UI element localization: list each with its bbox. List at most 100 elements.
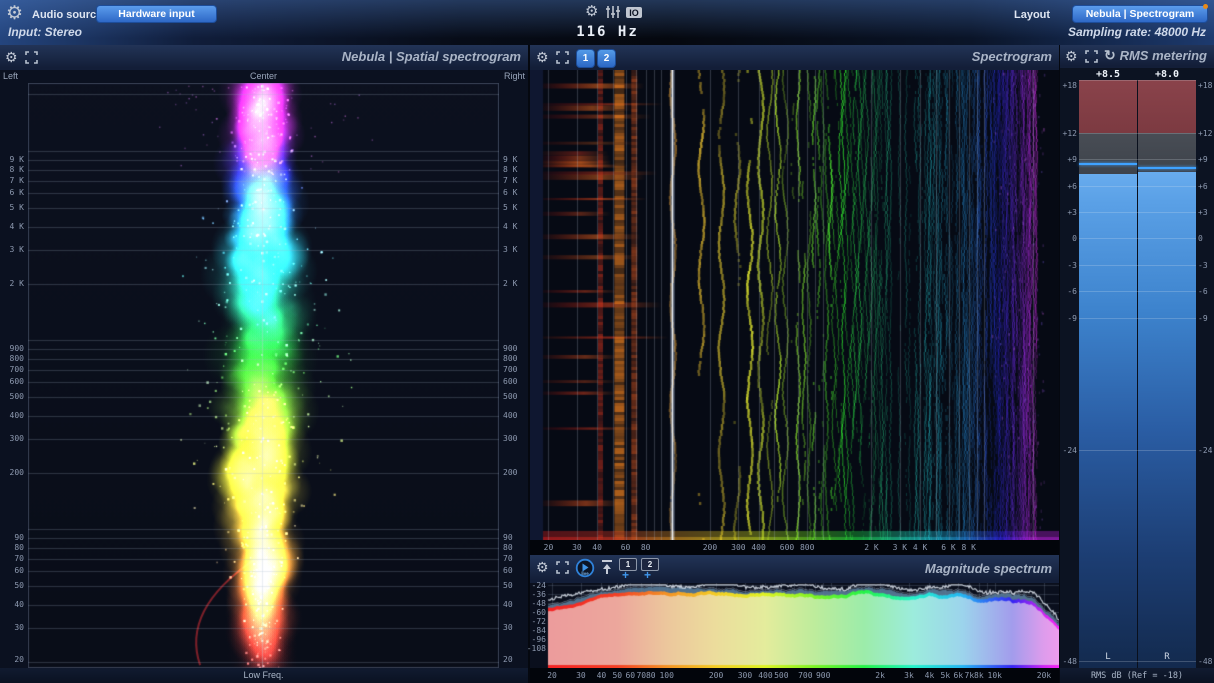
- live-icon-label: live: [581, 571, 589, 576]
- rms-grid-line: [1079, 80, 1196, 81]
- db-tick-label: -60: [531, 607, 546, 617]
- freq-tick-label: 40: [14, 599, 24, 609]
- db-tick-label: +6: [1198, 181, 1208, 191]
- expand-icon[interactable]: [556, 51, 569, 64]
- low-freq-label: Low Freq.: [243, 670, 284, 680]
- rms-value-left: +8.5: [1095, 69, 1121, 80]
- rms-clip-zone: [1079, 80, 1137, 133]
- freq-tick-label: 5k: [940, 671, 951, 680]
- magnitude-panel-title: Magnitude spectrum: [924, 561, 1052, 576]
- freq-tick-label: 30: [572, 543, 582, 552]
- magnitude-spectrum-canvas: [530, 583, 1059, 668]
- freq-tick-label: 80: [14, 542, 24, 552]
- rms-panel-footer: RMS dB (Ref = -18): [1060, 668, 1214, 683]
- freq-tick-label: 9 K: [503, 155, 518, 165]
- rms-metering-panel: ⚙ ↻ RMS metering +8.5 +8.0 +18 +12 +9 +6 +3 0…: [1060, 45, 1214, 683]
- freq-tick-label: 5 K: [9, 203, 24, 213]
- spatial-spectrogram-canvas[interactable]: [28, 83, 499, 668]
- rms-headroom-zone: [1079, 132, 1137, 175]
- db-tick-label: -48: [1198, 656, 1213, 666]
- rms-level-fill: [1138, 171, 1196, 668]
- audio-source-label: Audio source: [32, 9, 103, 21]
- rms-panel-header: ⚙ ↻ RMS metering: [1060, 45, 1214, 68]
- spatial-panel-header: ⚙ Nebula | Spatial spectrogram: [0, 45, 528, 70]
- db-tick-label: -6: [1198, 287, 1208, 297]
- sliders-icon[interactable]: [605, 5, 621, 19]
- gear-icon[interactable]: ⚙: [6, 4, 23, 23]
- db-tick-label: +12: [1062, 128, 1077, 138]
- freq-tick-label: 2 K: [864, 543, 879, 552]
- spectrogram-freq-axis: 20 30 40 60 80 200 300 400 600 800 2 K 3 K 4 K 6 K 8 K: [530, 540, 1059, 555]
- hardware-input-button[interactable]: Hardware input: [96, 5, 217, 23]
- reset-meters-icon[interactable]: ↻: [1104, 47, 1116, 64]
- freq-tick-label: 20k: [1036, 671, 1052, 680]
- gear-icon[interactable]: ⚙: [536, 50, 549, 64]
- view-2-button[interactable]: 2: [597, 49, 616, 68]
- rms-meter-bars: LR: [1079, 80, 1196, 668]
- spectrogram-panel-title: Spectrogram: [971, 49, 1052, 64]
- freq-tick-label: 8 K: [503, 164, 518, 174]
- magnitude-freq-axis: 20 30 40 50 60 70 80 100 200 300 400 500 700 900 2k 3k 4…: [530, 668, 1059, 683]
- gear-icon[interactable]: ⚙: [585, 4, 598, 19]
- pan-center-label: Center: [249, 71, 277, 81]
- freq-tick-label: 300: [503, 434, 518, 444]
- overlay-2-add-icon[interactable]: +: [644, 568, 651, 582]
- io-icon-label: IO: [629, 8, 639, 18]
- spatial-spectrogram-panel: ⚙ Nebula | Spatial spectrogram Left Cent…: [0, 45, 528, 683]
- live-mode-button[interactable]: live: [575, 558, 595, 578]
- freq-tick-label: 400: [758, 671, 773, 680]
- rms-grid-line: [1079, 159, 1196, 161]
- magnitude-db-scale: -24 -36 -48 -60 -72 -84 -96 -108: [527, 581, 548, 668]
- io-routing-icon[interactable]: IO: [625, 6, 643, 19]
- gear-icon[interactable]: ⚙: [5, 50, 18, 64]
- freq-tick-label: 10k: [987, 671, 1002, 680]
- rms-clip-zone: [1138, 80, 1196, 133]
- freq-tick-label: 600: [779, 543, 795, 552]
- spatial-scale-right: 9 K8 K7 K 6 K 5 K 4 K 3 K 2 K 900 800 700 600 500 4…: [500, 83, 528, 668]
- gear-icon[interactable]: ⚙: [1065, 49, 1078, 63]
- gear-icon[interactable]: ⚙: [536, 560, 549, 574]
- freq-tick-label: 3 K: [892, 543, 908, 552]
- db-tick-label: -9: [1067, 313, 1077, 323]
- spectrogram-canvas[interactable]: [530, 70, 1059, 540]
- freq-tick-label: 30: [503, 623, 513, 633]
- freq-tick-label: 3k: [904, 671, 914, 680]
- peak-hold-icon[interactable]: [601, 559, 613, 575]
- freq-tick-label: 300: [9, 434, 24, 444]
- db-tick-label: 0: [1198, 234, 1203, 244]
- db-tick-label: +18: [1062, 81, 1077, 90]
- freq-tick-label: 3 K: [503, 245, 518, 255]
- spectrogram-panel-header: ⚙ 1 2 Spectrogram: [530, 45, 1059, 70]
- freq-tick-label: 60: [14, 566, 24, 576]
- freq-tick-label: 300: [737, 671, 753, 680]
- freq-tick-label: 400: [9, 410, 24, 420]
- freq-tick-label: 60: [620, 543, 631, 552]
- expand-icon[interactable]: [25, 51, 38, 64]
- db-tick-label: -84: [531, 625, 546, 635]
- spectrogram-panel: ⚙ 1 2 Spectrogram 20 30 40 60 80 200 300 400 600…: [530, 45, 1059, 555]
- freq-tick-label: 400: [503, 410, 518, 420]
- freq-tick-label: 800: [503, 353, 518, 363]
- expand-icon[interactable]: [1085, 50, 1098, 63]
- rms-grid-line: [1079, 317, 1196, 319]
- freq-tick-label: 6k: [953, 671, 964, 680]
- db-tick-label: -9: [1198, 313, 1208, 323]
- freq-tick-label: 6 K: [941, 543, 956, 552]
- freq-tick-label: 900: [815, 671, 831, 680]
- db-tick-label: -72: [531, 616, 546, 626]
- magnitude-panel-header: ⚙ live 1 2 + + Magnitude spectrum: [530, 555, 1059, 583]
- freq-tick-label: 4 K: [912, 543, 928, 552]
- view-1-button[interactable]: 1: [576, 49, 595, 68]
- spatial-panel-footer: Low Freq.: [0, 668, 528, 683]
- freq-tick-label: 80: [640, 543, 651, 552]
- freq-tick-label: 400: [751, 543, 766, 552]
- freq-tick-label: 20: [543, 543, 554, 552]
- rms-peak-line: [1079, 162, 1137, 165]
- sampling-rate-label: Sampling rate: 48000 Hz: [1067, 25, 1206, 39]
- freq-tick-label: 6 K: [9, 188, 24, 198]
- expand-icon[interactable]: [556, 561, 569, 574]
- overlay-1-add-icon[interactable]: +: [622, 568, 629, 582]
- layout-preset-button[interactable]: Nebula | Spectrogram: [1072, 5, 1208, 23]
- freq-tick-label: 80: [645, 671, 656, 680]
- db-tick-label: 0: [1072, 234, 1077, 244]
